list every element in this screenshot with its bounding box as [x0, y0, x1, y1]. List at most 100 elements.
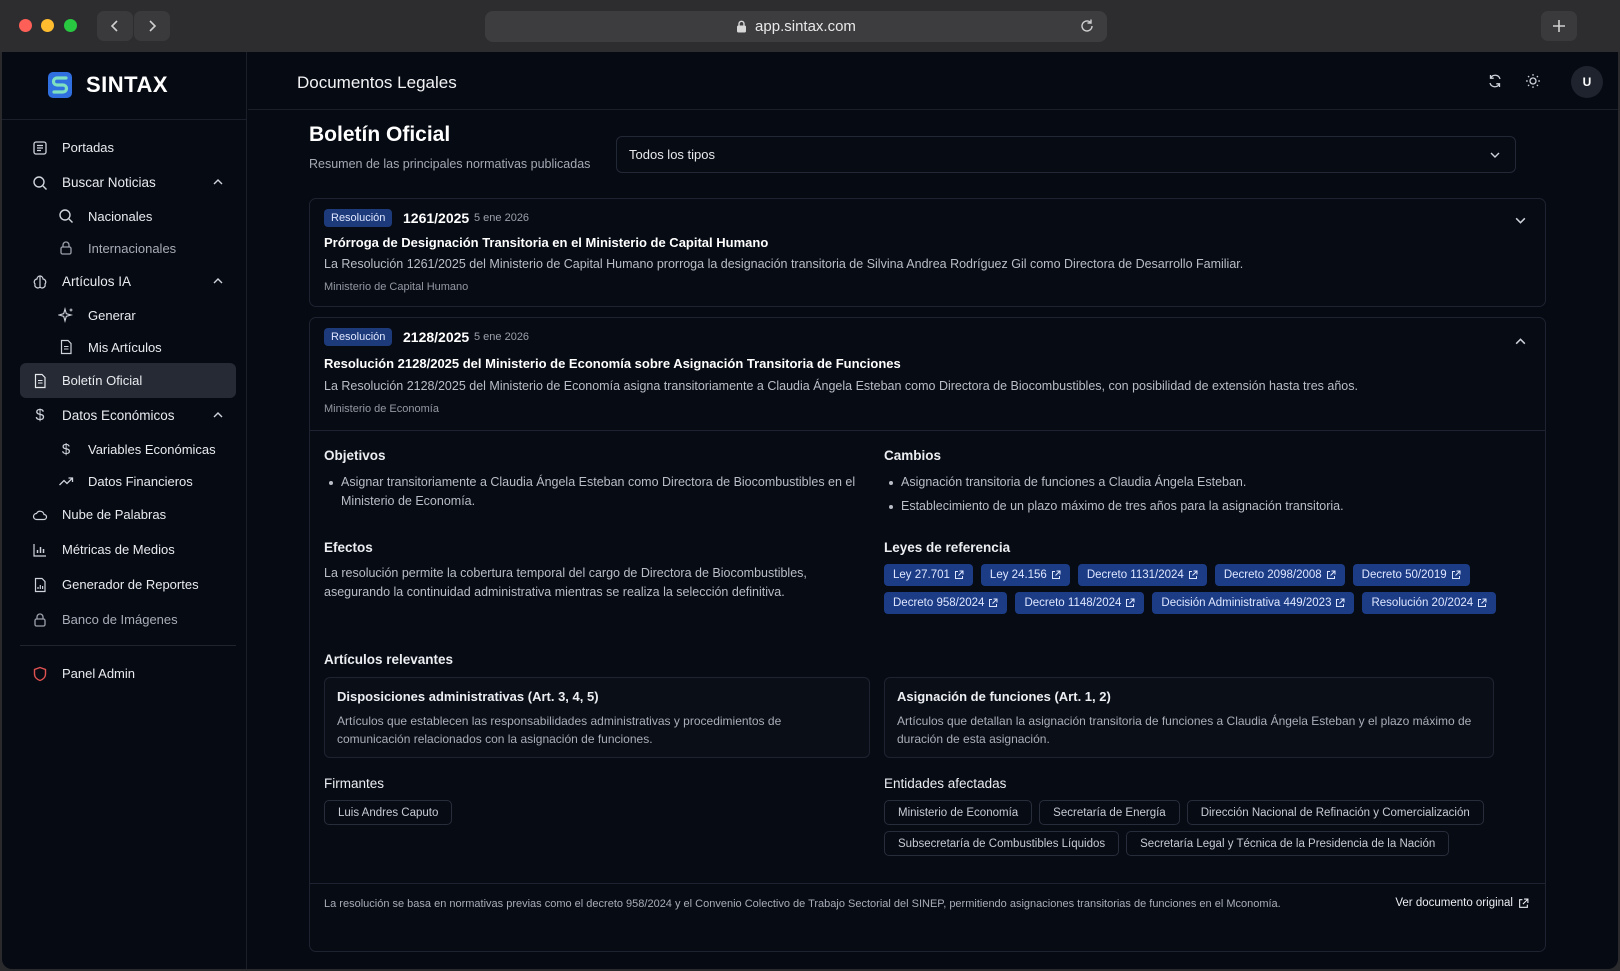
law-link[interactable]: Resolución 20/2024 — [1362, 592, 1497, 614]
document-card[interactable]: Resolución 1261/2025 5 ene 2026 Prórroga… — [309, 198, 1546, 307]
main-content: Boletín Oficial Resumen de las principal… — [248, 111, 1618, 969]
sintax-logo-icon — [48, 72, 72, 98]
newspaper-icon — [32, 140, 48, 156]
external-link-icon — [1188, 570, 1198, 579]
document-summary: La Resolución 2128/2025 del Ministerio d… — [324, 379, 1358, 393]
entidades-list: Ministerio de Economía Secretaría de Ene… — [884, 800, 1504, 856]
chevron-down-icon[interactable] — [1514, 214, 1527, 227]
sparkles-icon — [58, 307, 74, 323]
chevron-up-icon[interactable] — [1514, 335, 1527, 348]
sidebar-item-metricas-de-medios[interactable]: Métricas de Medios — [20, 532, 236, 567]
document-summary: La Resolución 1261/2025 del Ministerio d… — [324, 257, 1244, 271]
document-number: 1261/2025 — [403, 210, 470, 226]
law-link[interactable]: Decreto 1148/2024 — [1015, 592, 1145, 614]
sidebar-item-panel-admin[interactable]: Panel Admin — [20, 656, 236, 691]
sidebar-item-label: Generador de Reportes — [62, 577, 199, 592]
external-link-icon — [1126, 598, 1135, 607]
document-card[interactable]: Resolución 2128/2025 5 ene 2026 Resoluci… — [309, 317, 1546, 952]
dollar-icon: $ — [61, 440, 71, 458]
page-title: Documentos Legales — [297, 73, 457, 92]
leyes-list: Ley 27.701 Ley 24.156 Decreto 1131/2024 … — [884, 564, 1504, 614]
document-organism: Ministerio de Capital Humano — [324, 281, 469, 293]
cloud-icon — [32, 507, 48, 523]
close-window-button[interactable] — [19, 19, 32, 32]
external-link-icon — [1451, 570, 1461, 579]
sidebar-item-nube-de-palabras[interactable]: Nube de Palabras — [20, 497, 236, 532]
search-icon — [32, 175, 48, 191]
sidebar-item-label: Generar — [88, 307, 136, 323]
sidebar-item-generar[interactable]: Generar — [20, 299, 236, 331]
article-desc: Artículos que establecen las responsabil… — [337, 714, 782, 746]
back-button[interactable] — [97, 11, 133, 41]
law-link[interactable]: Decisión Administrativa 449/2023 — [1152, 592, 1355, 614]
document-date: 5 ene 2026 — [474, 212, 530, 224]
external-link-icon — [954, 570, 964, 579]
articulos-heading: Artículos relevantes — [324, 652, 454, 667]
address-bar[interactable]: app.sintax.com — [485, 11, 1107, 42]
law-link[interactable]: Ley 24.156 — [980, 564, 1070, 586]
document-date: 5 ene 2026 — [474, 331, 530, 343]
maximize-window-button[interactable] — [64, 19, 77, 32]
refresh-button[interactable] — [1484, 70, 1506, 92]
chevron-up-icon[interactable] — [212, 176, 224, 188]
sidebar-item-label: Buscar Noticias — [62, 175, 156, 190]
objetivos-list: Asignar transitoriamente a Claudia Ángel… — [324, 473, 869, 516]
sidebar-item-portadas[interactable]: Portadas — [20, 130, 236, 165]
sidebar-group-articulos-ia[interactable]: Artículos IA — [20, 264, 236, 299]
forward-button[interactable] — [134, 11, 170, 41]
law-link[interactable]: Decreto 2098/2008 — [1214, 564, 1345, 586]
sidebar-nav: Portadas Buscar Noticias Nacionales Inte… — [20, 130, 236, 691]
avatar[interactable]: U — [1571, 66, 1603, 98]
file-chart-icon — [32, 577, 48, 593]
type-filter-select[interactable]: Todos los tipos — [616, 136, 1516, 173]
browser-chrome: app.sintax.com — [0, 0, 1620, 52]
efectos-text: La resolución permite la cobertura tempo… — [324, 566, 807, 599]
sidebar-item-datos-financieros[interactable]: Datos Financieros — [20, 465, 236, 497]
reload-icon[interactable] — [1079, 18, 1095, 34]
sidebar-group-datos-economicos[interactable]: $ Datos Económicos — [20, 398, 236, 433]
sidebar-item-generador-de-reportes[interactable]: Generador de Reportes — [20, 567, 236, 602]
entity-chip: Dirección Nacional de Refinación y Comer… — [1186, 800, 1484, 825]
article-card: Disposiciones administrativas (Art. 3, 4… — [324, 677, 870, 758]
sidebar-item-nacionales[interactable]: Nacionales — [20, 200, 236, 232]
sidebar: SINTAX Portadas Buscar Noticias Nacional… — [2, 52, 247, 969]
sidebar-item-boletin-oficial[interactable]: Boletín Oficial — [20, 363, 236, 398]
view-original-link[interactable]: Ver documento original — [1395, 897, 1529, 909]
trending-up-icon — [58, 473, 74, 489]
chevron-left-icon — [110, 20, 118, 32]
law-link[interactable]: Decreto 1131/2024 — [1077, 564, 1207, 586]
bar-chart-icon — [32, 542, 48, 558]
sidebar-item-variables-economicas[interactable]: $ Variables Económicas — [20, 433, 236, 465]
external-link-icon — [1519, 898, 1529, 908]
brand-name: SINTAX — [86, 72, 169, 97]
law-link[interactable]: Ley 27.701 — [884, 564, 973, 586]
chevron-up-icon[interactable] — [212, 275, 224, 287]
article-title: Asignación de funciones (Art. 1, 2) — [897, 689, 1111, 704]
brand-logo[interactable]: SINTAX — [46, 70, 168, 100]
theme-toggle-button[interactable] — [1522, 70, 1544, 92]
minimize-window-button[interactable] — [41, 19, 54, 32]
chevron-down-icon — [1490, 152, 1500, 158]
lock-icon — [32, 612, 48, 628]
sidebar-item-label: Banco de Imágenes — [62, 612, 178, 627]
document-number: 2128/2025 — [403, 329, 470, 345]
law-link[interactable]: Decreto 958/2024 — [884, 592, 1008, 614]
sidebar-group-buscar-noticias[interactable]: Buscar Noticias — [20, 165, 236, 200]
signer-chip: Luis Andres Caputo — [324, 800, 453, 825]
shield-icon — [32, 666, 48, 682]
external-link-icon — [1326, 570, 1336, 579]
sidebar-item-mis-articulos[interactable]: Mis Artículos — [20, 331, 236, 363]
firmantes-list: Luis Andres Caputo — [324, 800, 453, 825]
sidebar-item-banco-de-imagenes[interactable]: Banco de Imágenes — [20, 602, 236, 637]
law-link[interactable]: Decreto 50/2019 — [1352, 564, 1470, 586]
document-title: Resolución 2128/2025 del Ministerio de E… — [324, 356, 901, 371]
entity-chip: Ministerio de Economía — [884, 800, 1033, 825]
new-tab-button[interactable] — [1541, 11, 1577, 41]
list-item: Establecimiento de un plazo máximo de tr… — [884, 497, 1524, 516]
chevron-up-icon[interactable] — [212, 409, 224, 421]
lock-icon — [58, 240, 74, 256]
sidebar-item-label: Nacionales — [88, 208, 153, 224]
section-subtitle: Resumen de las principales normativas pu… — [309, 157, 591, 171]
divider — [2, 119, 247, 120]
sidebar-item-internacionales[interactable]: Internacionales — [20, 232, 236, 264]
